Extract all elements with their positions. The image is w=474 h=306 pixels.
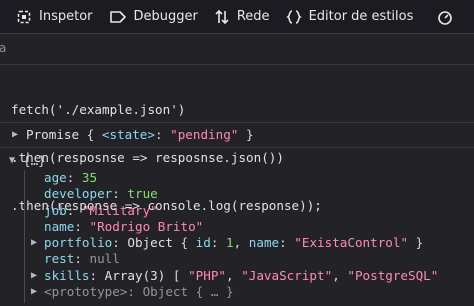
expand-arrow-icon[interactable]: ▶ xyxy=(31,235,44,251)
field-value: "Military" xyxy=(81,203,158,218)
performance-icon xyxy=(438,10,453,25)
expand-arrow-icon[interactable]: ▶ xyxy=(12,127,26,143)
tab-performance[interactable] xyxy=(421,0,461,33)
field-value: 35 xyxy=(81,170,98,185)
field-prototype[interactable]: ▶ <prototype>: Object { … } xyxy=(31,284,234,300)
inspector-icon xyxy=(17,10,31,23)
code-line-1: fetch('./example.json') xyxy=(11,102,186,117)
tab-debugger-label: Debugger xyxy=(133,9,198,24)
array-item: "PostgreSQL" xyxy=(347,268,439,283)
expand-arrow-icon[interactable]: ▶ xyxy=(31,268,44,284)
promise-output-row[interactable]: ▶ Promise { <state> : "pending" } xyxy=(12,127,254,143)
promise-label: Promise xyxy=(26,127,80,142)
name-value: "ExistaControl" xyxy=(294,235,409,250)
field-portfolio[interactable]: ▶ portfolio: Object { id: 1, name: "Exis… xyxy=(31,235,423,251)
field-value: true xyxy=(127,186,158,201)
array-item: "PHP" xyxy=(188,268,227,283)
field-key: developer xyxy=(44,186,113,201)
network-icon xyxy=(215,9,229,24)
id-value: 1 xyxy=(226,235,234,250)
field-skills[interactable]: ▶ skills: Array(3) [ "PHP", "JavaScript"… xyxy=(31,268,438,284)
field-value: null xyxy=(89,251,120,266)
tab-inspector[interactable]: Inspetor xyxy=(0,0,101,33)
field-job: job: "Military" xyxy=(44,203,158,218)
promise-state-value: "pending" xyxy=(170,127,239,142)
code-line-2: .then(resposnse => resposnse.json()) xyxy=(11,150,284,165)
tab-inspector-label: Inspetor xyxy=(39,9,93,24)
collapse-arrow-icon[interactable]: ▼ xyxy=(9,153,23,169)
separator xyxy=(0,147,474,148)
promise-open-brace: { xyxy=(86,127,95,142)
tree-guide-line xyxy=(24,170,25,303)
field-key: age xyxy=(44,170,67,185)
tab-style-editor[interactable]: Editor de estilos xyxy=(278,0,422,33)
tab-debugger[interactable]: Debugger xyxy=(101,0,206,33)
field-key: job xyxy=(44,203,67,218)
tab-style-editor-label: Editor de estilos xyxy=(308,9,414,24)
array-type: Array(3) xyxy=(104,268,166,283)
field-age: age: 35 xyxy=(44,170,98,185)
promise-colon: : xyxy=(154,127,163,142)
field-key: name xyxy=(44,219,75,234)
field-key: <prototype> xyxy=(44,284,128,299)
devtools-toolbar: Inspetor Debugger Rede Editor de estilos xyxy=(0,0,474,34)
id-key: id xyxy=(195,235,211,250)
debugger-icon xyxy=(109,10,126,23)
style-editor-icon xyxy=(285,9,302,24)
field-key: rest xyxy=(44,251,75,266)
field-name: name: "Rodrigo Brito" xyxy=(44,219,204,234)
field-value: Object { … } xyxy=(142,284,234,299)
field-rest: rest: null xyxy=(44,251,120,266)
field-key: skills xyxy=(44,268,90,283)
field-developer: developer: true xyxy=(44,186,158,201)
object-summary-row[interactable]: ▼ {…} xyxy=(9,153,46,169)
field-key: portfolio xyxy=(44,235,113,250)
console-filter-bar[interactable]: a xyxy=(0,34,474,65)
expand-arrow-icon[interactable]: ▶ xyxy=(31,284,44,300)
separator xyxy=(0,122,474,123)
promise-state-key: <state> xyxy=(101,127,155,142)
tab-network-label: Rede xyxy=(236,9,270,24)
object-type: Object xyxy=(127,235,173,250)
field-value: "Rodrigo Brito" xyxy=(89,219,204,234)
tab-network[interactable]: Rede xyxy=(206,0,278,33)
promise-close-brace: } xyxy=(245,127,254,142)
filter-input-fragment[interactable]: a xyxy=(0,41,6,55)
name-key: name xyxy=(248,235,280,250)
array-item: "JavaScript" xyxy=(241,268,333,283)
object-summary: {…} xyxy=(23,153,46,168)
